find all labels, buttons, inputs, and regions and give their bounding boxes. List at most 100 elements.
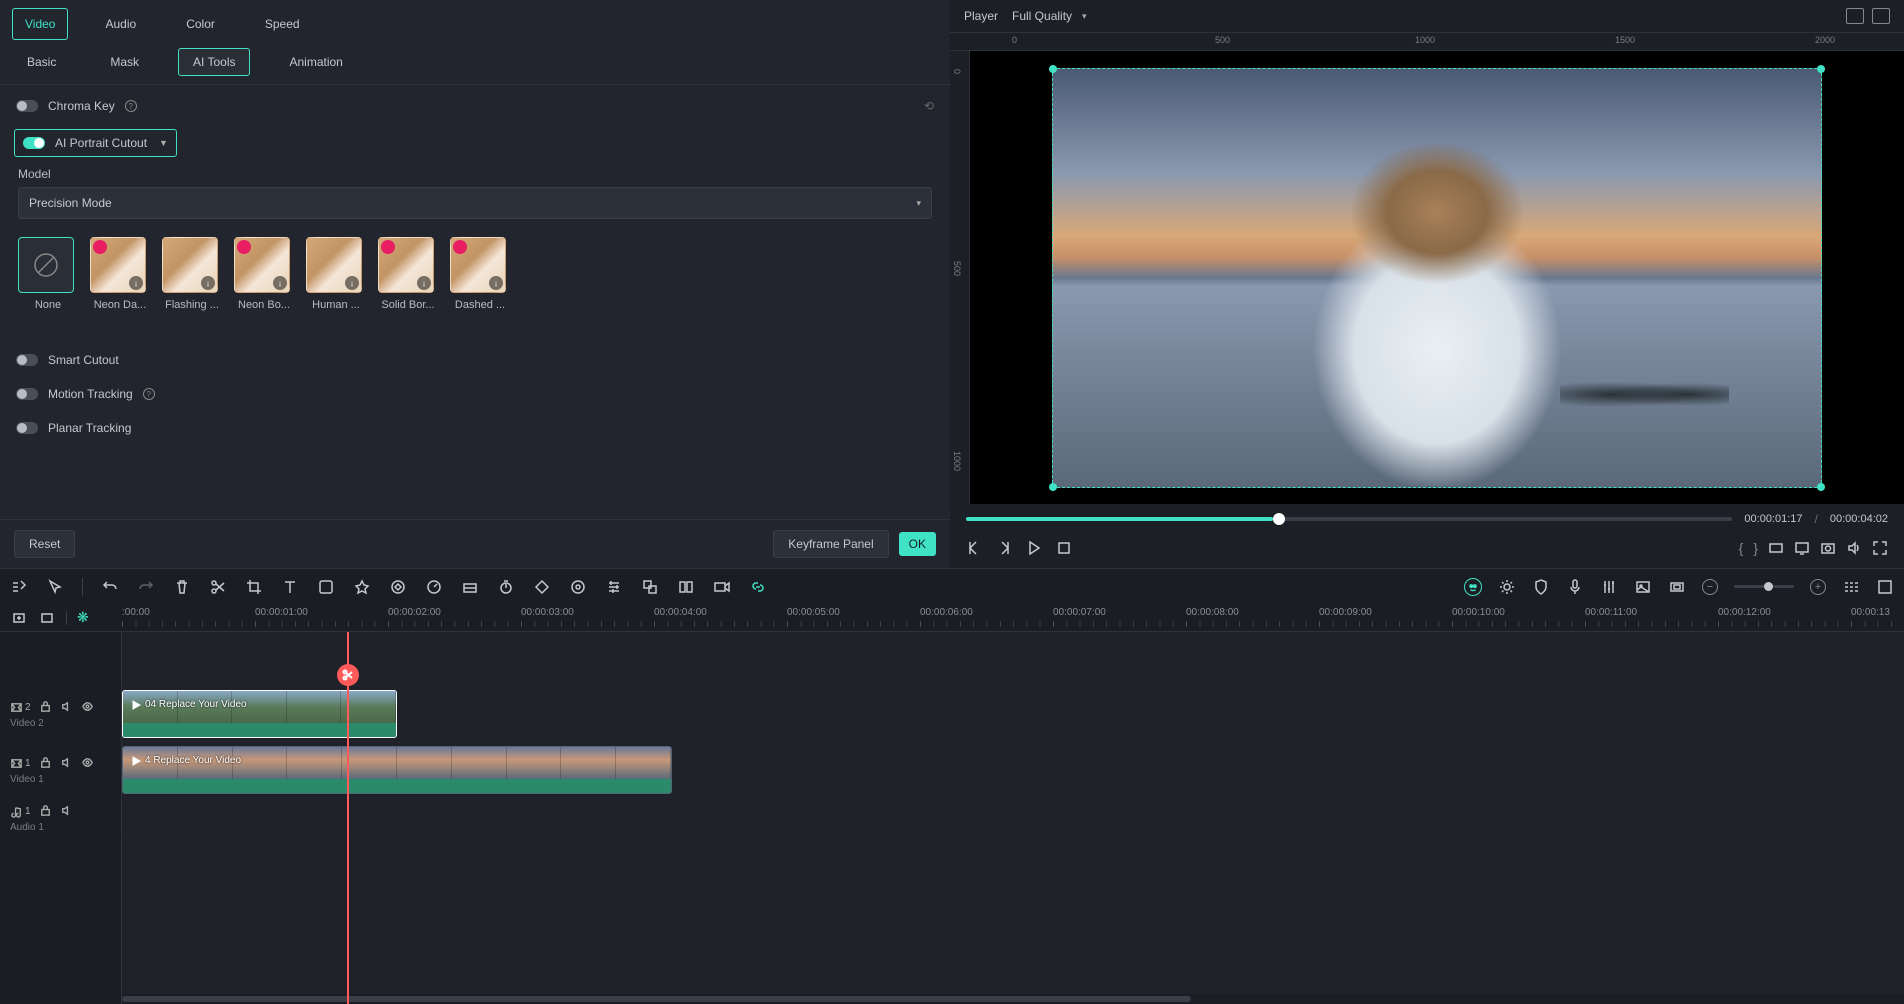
effect-item-3[interactable]: ↓Neon Bo... [234,237,294,311]
effect-item-6[interactable]: ↓Dashed ... [450,237,510,311]
quality-dropdown[interactable]: Full Quality ▾ [1012,9,1087,23]
ok-button[interactable]: OK [899,532,936,556]
group-icon[interactable] [641,578,659,596]
sticker-icon[interactable] [317,578,335,596]
pointer-icon[interactable] [46,578,64,596]
download-icon[interactable]: ↓ [345,276,359,290]
subtab-animation[interactable]: Animation [274,48,357,76]
track-manage-icon[interactable] [38,609,56,627]
edit-tool-icon[interactable] [10,578,28,596]
prev-frame-icon[interactable] [966,540,982,556]
motion-tracking-toggle[interactable] [16,388,38,400]
zoom-in-icon[interactable]: + [1810,579,1826,595]
planar-tracking-toggle[interactable] [16,422,38,434]
effect-item-5[interactable]: ↓Solid Bor... [378,237,438,311]
zoom-fit-icon[interactable] [1842,578,1860,596]
info-icon[interactable]: ? [143,388,155,400]
timer-icon[interactable] [497,578,515,596]
mic-icon[interactable] [1566,578,1584,596]
crop-icon[interactable] [245,578,263,596]
track-add-icon[interactable] [10,609,28,627]
shield-icon[interactable] [1532,578,1550,596]
zoom-slider-thumb[interactable] [1764,582,1773,591]
next-frame-icon[interactable] [996,540,1012,556]
chroma-key-toggle[interactable] [16,100,38,112]
lock-icon[interactable] [39,804,52,820]
marker-icon[interactable]: ❋ [77,609,89,626]
tracks-body[interactable]: 04 Replace Your Video 4 Replace Your Vide… [122,632,1904,1004]
mixer-icon[interactable] [1600,578,1618,596]
chevron-down-icon[interactable]: ▼ [159,138,168,148]
record-icon[interactable] [713,578,731,596]
snapshot-icon[interactable] [1820,540,1836,556]
settings-icon[interactable] [1876,578,1894,596]
stop-icon[interactable] [1056,540,1072,556]
marker-tool-icon[interactable] [1668,578,1686,596]
grid-view-icon[interactable] [1846,8,1864,24]
link-icon[interactable] [749,578,767,596]
mute-icon[interactable] [60,700,73,716]
mark-in-icon[interactable]: { [1739,540,1744,556]
resize-handle-tr[interactable] [1817,65,1825,73]
smart-cutout-toggle[interactable] [16,354,38,366]
play-icon[interactable] [1026,540,1042,556]
adjust-icon[interactable] [605,578,623,596]
timeline-scrollbar[interactable] [122,994,1904,1004]
speed-icon[interactable] [425,578,443,596]
playhead-split-icon[interactable] [337,664,359,686]
lock-icon[interactable] [39,700,52,716]
download-icon[interactable]: ↓ [129,276,143,290]
text-icon[interactable] [281,578,299,596]
preview-selection[interactable] [1052,68,1822,488]
reset-icon[interactable]: ⟲ [924,99,934,113]
visibility-icon[interactable] [81,756,94,772]
info-icon[interactable]: ? [125,100,137,112]
mark-out-icon[interactable]: } [1753,540,1758,556]
tab-video[interactable]: Video [12,8,68,40]
multiclip-icon[interactable] [677,578,695,596]
picture-icon[interactable] [1634,578,1652,596]
visibility-icon[interactable] [81,700,94,716]
delete-icon[interactable] [173,578,191,596]
zoom-slider[interactable] [1734,585,1794,588]
download-icon[interactable]: ↓ [201,276,215,290]
subtab-ai-tools[interactable]: AI Tools [178,48,250,76]
scrollbar-thumb[interactable] [122,996,1191,1002]
enhancement-icon[interactable] [1498,578,1516,596]
effects-icon[interactable] [353,578,371,596]
display-icon[interactable] [1794,540,1810,556]
tab-audio[interactable]: Audio [92,8,149,40]
mask-tool-icon[interactable] [569,578,587,596]
clip[interactable]: 4 Replace Your Video [122,746,672,794]
download-icon[interactable]: ↓ [417,276,431,290]
lock-icon[interactable] [39,756,52,772]
split-icon[interactable] [209,578,227,596]
download-icon[interactable]: ↓ [489,276,503,290]
effect-item-2[interactable]: ↓Flashing ... [162,237,222,311]
ai-icon[interactable] [1464,578,1482,596]
resize-handle-br[interactable] [1817,483,1825,491]
snapshot-header-icon[interactable] [1872,8,1890,24]
timeline-ruler[interactable]: :00:0000:00:01:0000:00:02:0000:00:03:000… [122,604,1904,631]
resize-handle-tl[interactable] [1049,65,1057,73]
effect-item-4[interactable]: ↓Human ... [306,237,366,311]
undo-icon[interactable] [101,578,119,596]
resize-handle-bl[interactable] [1049,483,1057,491]
scrubber-thumb[interactable] [1273,513,1285,525]
scrubber-track[interactable] [966,517,1732,521]
effect-item-1[interactable]: ↓Neon Da... [90,237,150,311]
download-icon[interactable]: ↓ [273,276,287,290]
preview-canvas[interactable] [970,51,1904,504]
zoom-out-icon[interactable]: − [1702,579,1718,595]
redo-icon[interactable] [137,578,155,596]
volume-icon[interactable] [1846,540,1862,556]
effect-item-0[interactable]: None [18,237,78,311]
clip[interactable]: 04 Replace Your Video [122,690,397,738]
subtab-mask[interactable]: Mask [95,48,154,76]
keyframe-panel-button[interactable]: Keyframe Panel [773,530,888,558]
reset-button[interactable]: Reset [14,530,75,558]
track-row-1[interactable]: 4 Replace Your Video [122,742,1904,798]
playhead[interactable] [347,632,349,1004]
clip-icon[interactable] [1768,540,1784,556]
ai-portrait-toggle[interactable] [23,137,45,149]
